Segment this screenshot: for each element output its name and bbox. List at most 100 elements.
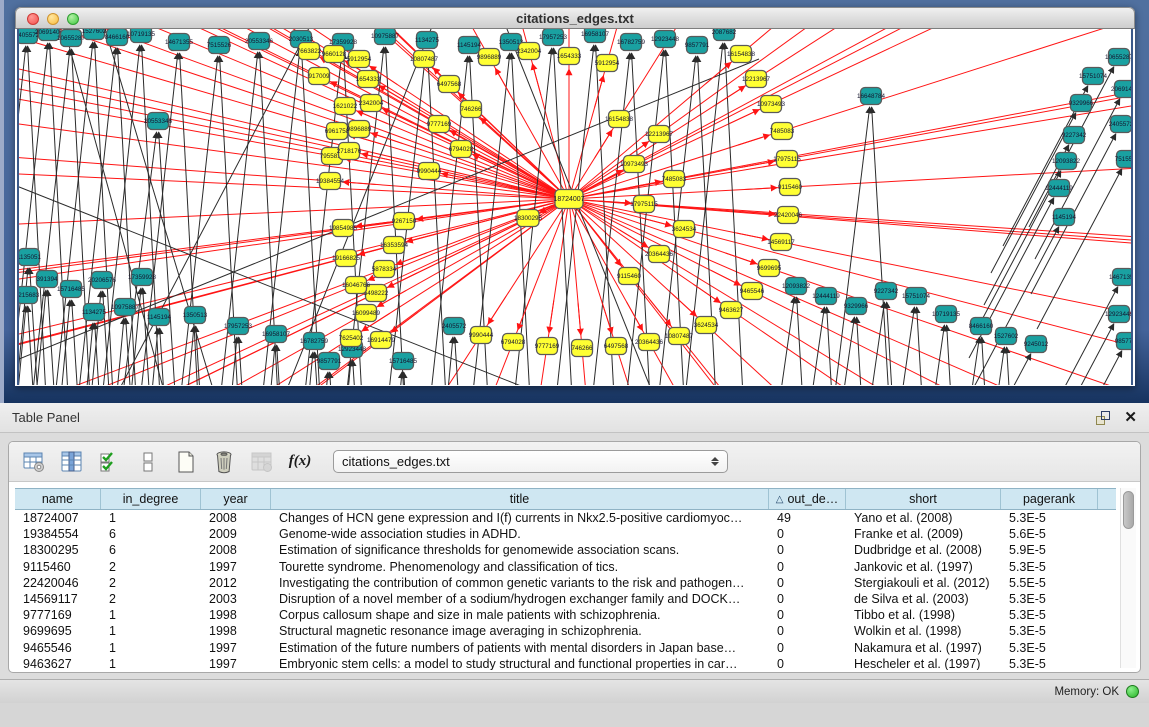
graph-node[interactable]: 9857791	[317, 353, 342, 370]
new-document-icon[interactable]	[173, 449, 199, 475]
graph-edge[interactable]	[693, 284, 720, 303]
table-cell[interactable]: 0	[769, 559, 846, 575]
graph-edge[interactable]	[836, 317, 854, 385]
graph-edge[interactable]	[776, 297, 794, 385]
table-cell[interactable]: Structural magnetic resonance image aver…	[271, 623, 769, 639]
graph-edge[interactable]	[569, 199, 1131, 385]
table-cell[interactable]: Investigating the contribution of common…	[271, 575, 769, 591]
graph-node[interactable]: 17975115	[773, 151, 801, 168]
table-row[interactable]: 2242004622012Investigating the contribut…	[15, 575, 1116, 591]
graph-edge[interactable]	[19, 199, 569, 385]
table-cell[interactable]: Dudbridge et al. (2008)	[846, 542, 1001, 558]
graph-node[interactable]: 15716485	[389, 353, 418, 370]
table-cell[interactable]: 5.3E-5	[1001, 591, 1098, 607]
graph-edge[interactable]	[19, 199, 569, 385]
graph-node[interactable]: 12093822	[1052, 153, 1081, 170]
graph-node[interactable]: 12923448	[651, 31, 680, 48]
graph-edge[interactable]	[569, 199, 1131, 385]
table-cell[interactable]: 19384554	[15, 526, 101, 542]
graph-node[interactable]: 2718176	[337, 143, 362, 160]
table-cell[interactable]: 0	[769, 623, 846, 639]
graph-edge[interactable]	[896, 307, 914, 385]
graph-edge[interactable]	[19, 199, 569, 385]
column-header-title[interactable]: title	[271, 489, 769, 509]
graph-node[interactable]: 2342004	[517, 43, 542, 60]
graph-edge[interactable]	[887, 302, 896, 385]
table-row[interactable]: 1872400712008Changes of HCN gene express…	[15, 510, 1116, 526]
table-cell[interactable]: 0	[769, 591, 846, 607]
graph-edge[interactable]	[549, 301, 554, 334]
graph-edge[interactable]	[569, 199, 1131, 385]
graph-node[interactable]: 9896889	[347, 121, 372, 138]
graph-edge[interactable]	[569, 29, 1000, 199]
table-cell[interactable]: de Silva et al. (2003)	[846, 591, 1001, 607]
table-cell[interactable]: 0	[769, 575, 846, 591]
table-cell[interactable]: 6	[101, 526, 201, 542]
table-cell[interactable]: 2003	[201, 591, 271, 607]
graph-edge[interactable]	[569, 199, 1131, 385]
table-cell[interactable]: 5.6E-5	[1001, 526, 1098, 542]
table-cell[interactable]: Embryonic stem cells: a model to study s…	[271, 656, 769, 670]
graph-node[interactable]: 15751074	[1079, 68, 1108, 85]
graph-edge[interactable]	[736, 233, 768, 240]
table-cell[interactable]: Nakamura et al. (1997)	[846, 640, 1001, 656]
graph-node[interactable]: 3624534	[672, 221, 697, 238]
graph-node[interactable]: 16958107	[262, 326, 291, 343]
table-row[interactable]: 1938455462009Genome-wide association stu…	[15, 526, 1116, 542]
graph-edge[interactable]	[488, 296, 506, 324]
graph-node[interactable]: 9990444	[469, 327, 494, 344]
table-cell[interactable]: 0	[769, 607, 846, 623]
table-cell[interactable]: Franke et al. (2009)	[846, 526, 1001, 542]
table-cell[interactable]: 1	[101, 640, 201, 656]
graph-edge[interactable]	[19, 199, 569, 385]
graph-node[interactable]: 17359928	[128, 269, 157, 286]
graph-edge[interactable]	[742, 161, 774, 167]
graph-node[interactable]: 18724007	[553, 190, 584, 209]
graph-node[interactable]: 10719135	[932, 306, 961, 323]
graph-node[interactable]: 9465546	[740, 283, 765, 300]
graph-node[interactable]: 1145194	[1052, 209, 1077, 226]
table-cell[interactable]: 5.3E-5	[1001, 559, 1098, 575]
graph-node[interactable]: 10719135	[127, 29, 156, 43]
table-cell[interactable]: Disruption of a novel member of a sodium…	[271, 591, 769, 607]
graph-node[interactable]: 15751074	[902, 288, 931, 305]
graph-edge[interactable]	[19, 199, 569, 385]
graph-node[interactable]: 19166825	[332, 250, 361, 267]
graph-node[interactable]: 1145194	[457, 37, 482, 54]
graph-node[interactable]: 16154838	[605, 111, 634, 128]
graph-edge[interactable]	[744, 188, 777, 190]
graph-node[interactable]: 746266	[571, 340, 593, 357]
graph-node[interactable]: 12213967	[742, 71, 771, 88]
graph-node[interactable]: 9463627	[719, 302, 744, 319]
graph-node[interactable]: 746266	[460, 101, 482, 118]
table-cell[interactable]: Yano et al. (2008)	[846, 510, 1001, 526]
graph-node[interactable]: 19384554	[316, 173, 345, 190]
graph-node[interactable]: 16353594	[380, 237, 409, 254]
graph-node[interactable]: 9777169	[427, 116, 452, 133]
select-all-icon[interactable]	[97, 449, 123, 475]
function-icon[interactable]: f(x)	[287, 449, 313, 475]
table-row[interactable]: 1830029562008Estimation of significance …	[15, 542, 1116, 558]
graph-node[interactable]: 2342004	[359, 95, 384, 112]
table-cell[interactable]: Hescheler et al. (1997)	[846, 656, 1001, 670]
column-header-name[interactable]: name	[15, 489, 101, 509]
graph-edge[interactable]	[1037, 351, 1122, 385]
table-cell[interactable]: 9115460	[15, 559, 101, 575]
graph-edge[interactable]	[95, 42, 122, 385]
table-cell[interactable]: 2009	[201, 526, 271, 542]
graph-node[interactable]: 16782759	[617, 34, 646, 51]
table-cell[interactable]: 2	[101, 559, 201, 575]
graph-node[interactable]: 1145194	[147, 309, 172, 326]
table-cell[interactable]: 2	[101, 575, 201, 591]
table-cell[interactable]: Stergiakouli et al. (2012)	[846, 575, 1001, 591]
table-cell[interactable]: 5.3E-5	[1001, 640, 1098, 656]
graph-node[interactable]: 10807487	[410, 51, 439, 68]
graph-edge[interactable]	[343, 182, 376, 184]
graph-node[interactable]: 20364436	[645, 246, 674, 263]
table-cell[interactable]: 2	[101, 591, 201, 607]
graph-node[interactable]: 6497568	[604, 338, 629, 355]
table-cell[interactable]: 2008	[201, 510, 271, 526]
table-row[interactable]: 946554611997Estimation of the future num…	[15, 640, 1116, 656]
graph-edge[interactable]	[362, 154, 394, 161]
graph-edge[interactable]	[917, 307, 926, 385]
